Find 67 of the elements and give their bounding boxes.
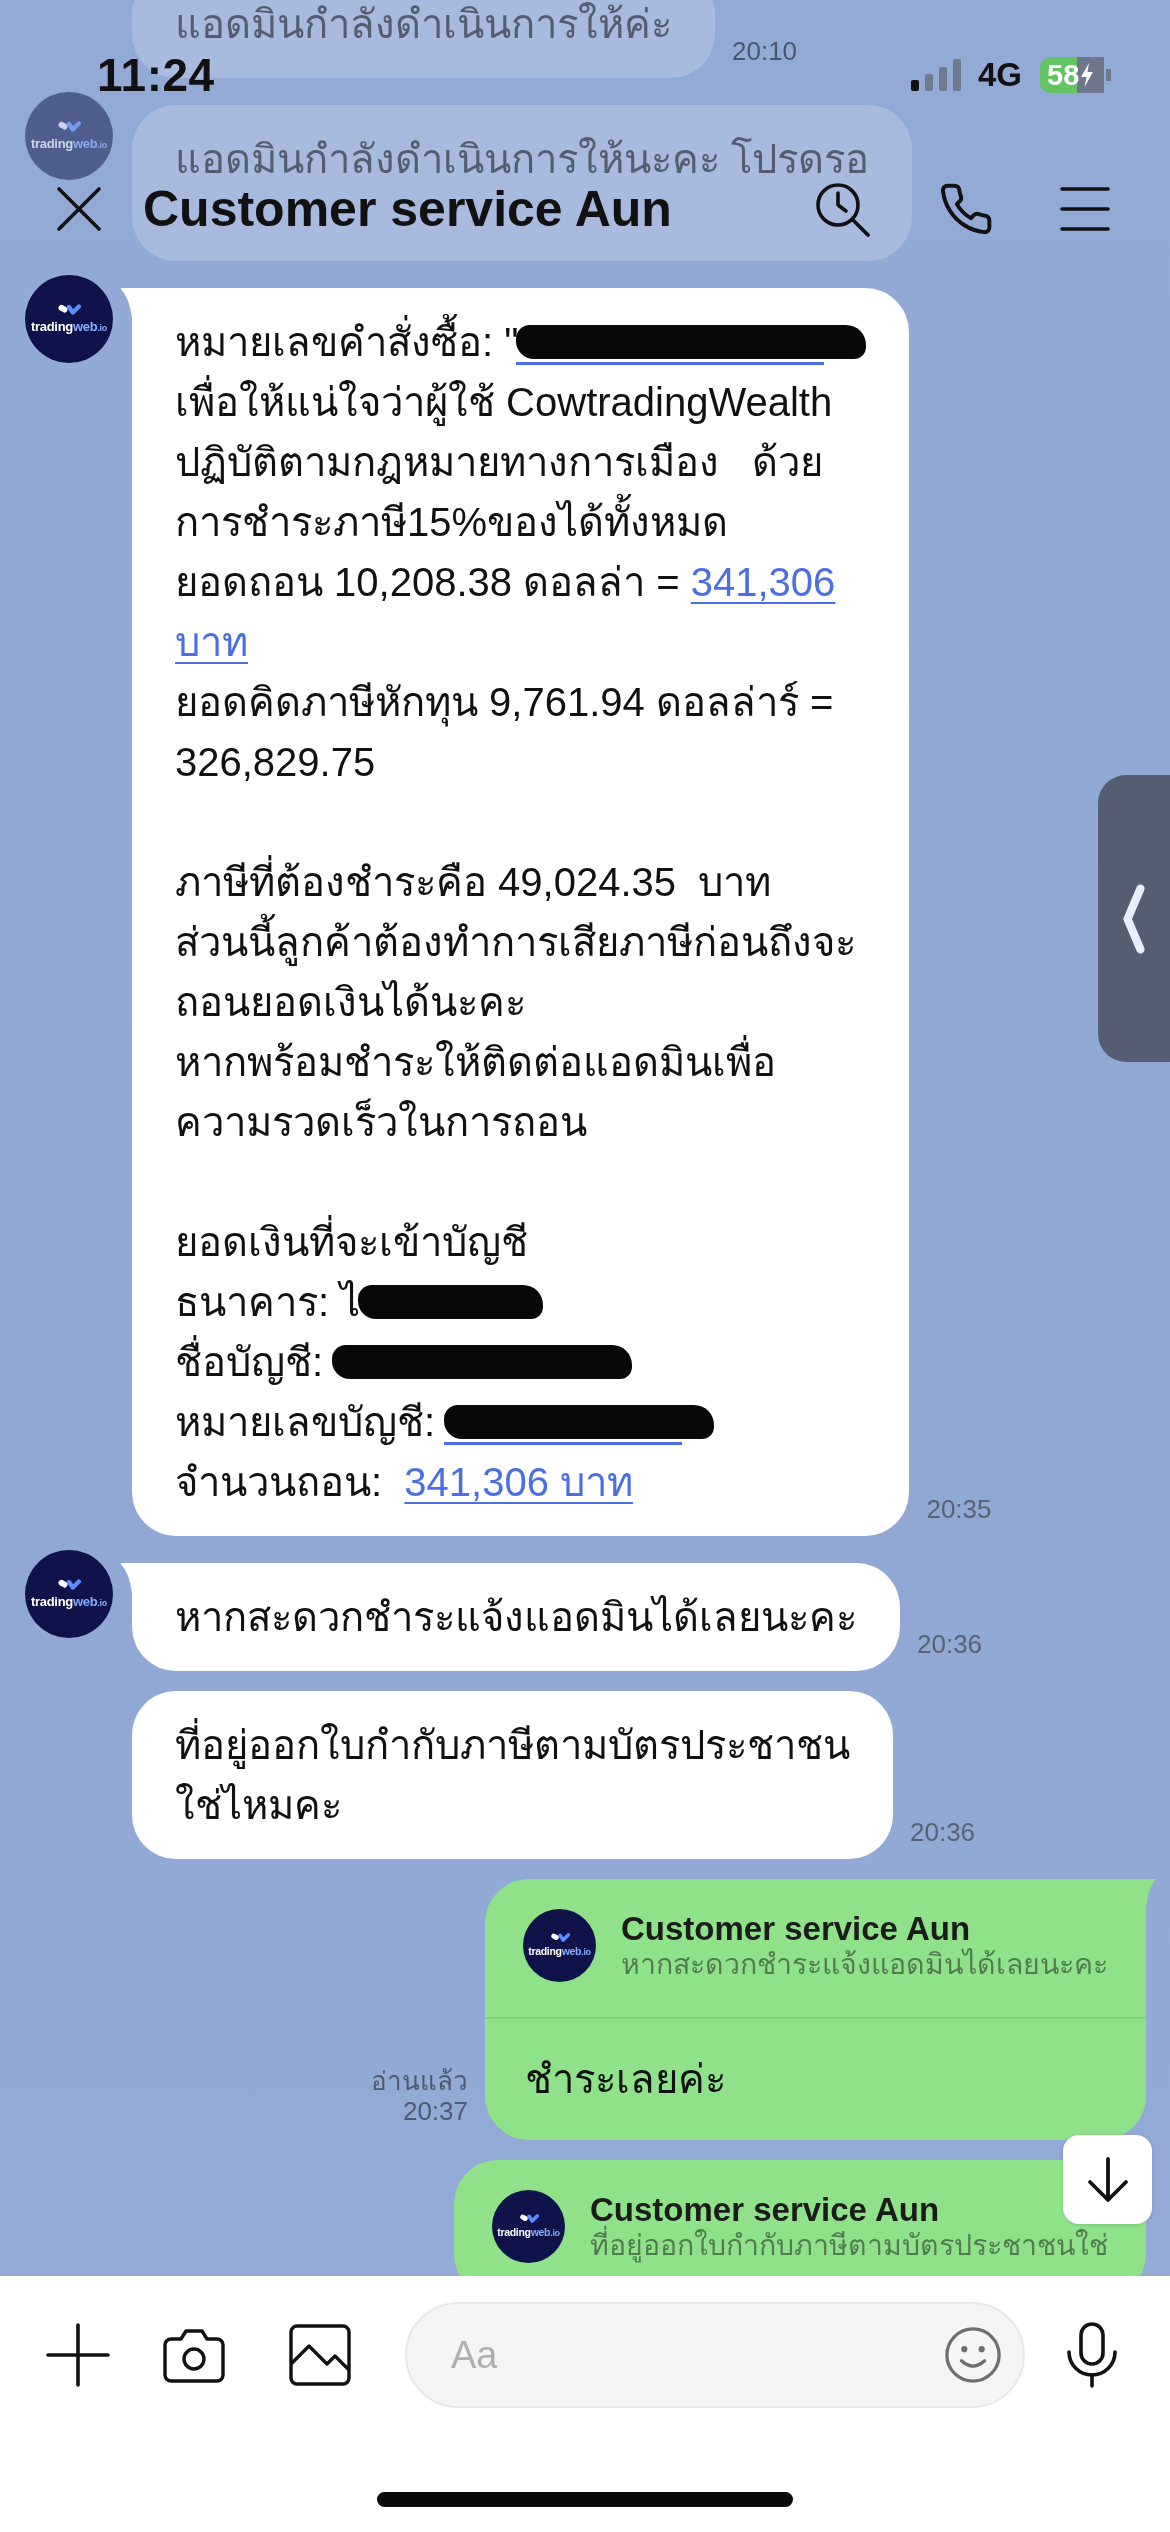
message-time: 20:37	[402, 2096, 468, 2126]
microphone-icon[interactable]	[1066, 2322, 1118, 2388]
logo-mark-icon	[549, 1932, 570, 1943]
message-text: เพื่อให้แน่ใจว่าผู้ใช้ CowtradingWealth	[175, 372, 867, 432]
message-time: 20:36	[910, 1817, 976, 1847]
quote-text: ที่อยู่ออกใบกำกับภาษีตามบัตรประชาชนใช่	[590, 2227, 1108, 2262]
arrow-down-icon	[1086, 2156, 1129, 2203]
chat-title: Customer service Aun	[143, 180, 673, 238]
message-text: ถอนยอดเงินได้นะคะ	[175, 979, 527, 1026]
logo-text: tradingweb.io	[31, 135, 107, 153]
message-input[interactable]: Aa	[405, 2302, 1025, 2408]
battery-percent: 58	[1047, 60, 1080, 90]
logo-mark-icon	[57, 1577, 81, 1591]
profile-avatar[interactable]: tradingweb.io	[25, 275, 113, 363]
message-text: หากสะดวกชำระแจ้งแอดมินได้เลยนะคะ	[175, 1594, 857, 1641]
message-time: 20:36	[917, 1629, 983, 1659]
message-text: ชำระเลยค่ะ	[525, 2056, 727, 2103]
clock-search-icon[interactable]	[814, 181, 872, 237]
logo-mark-icon	[518, 2213, 539, 2224]
logo-text: tradingweb.io	[31, 1593, 107, 1611]
plus-icon[interactable]	[46, 2323, 110, 2387]
message-text: ธนาคาร: ไ	[175, 1272, 867, 1332]
profile-avatar[interactable]: tradingweb.io	[25, 92, 113, 180]
logo-text: tradingweb.io	[31, 318, 107, 336]
camera-icon[interactable]	[163, 2327, 225, 2383]
signal-icon	[910, 59, 961, 91]
quote-sender-name: Customer service Aun	[621, 1910, 972, 1947]
emoji-icon[interactable]	[944, 2326, 1002, 2384]
message-text: จำนวนถอน: 341,306 บาท	[175, 1459, 635, 1506]
message-text: แอดมินกำลังดำเนินการให้นะคะ โปรดรอ	[175, 136, 870, 183]
message-text: ยอดคิดภาษีหักทุน 9,761.94 ดอลล่าร์ =	[175, 672, 867, 732]
message-text: หมายเลขบัญชี:	[175, 1392, 867, 1452]
bolt-icon	[1080, 63, 1095, 87]
message-link[interactable]: บาท	[175, 620, 248, 664]
message-text: ชื่อบัญชี:	[175, 1332, 867, 1392]
message-text: แอดมินกำลังดำเนินการให้ค่ะ	[175, 1, 672, 48]
message-text: ยอดเงินที่จะเข้าบัญชี	[175, 1212, 867, 1272]
message-text: 326,829.75	[175, 739, 377, 786]
logo-text: tradingweb.io	[497, 2226, 560, 2240]
read-receipt: อ่านแล้ว	[371, 2066, 468, 2096]
message-text: ภาษีที่ต้องชำระคือ 49,024.35 บาท	[175, 852, 867, 912]
phone-icon[interactable]	[938, 181, 994, 237]
message-text: หากพร้อมชำระให้ติดต่อแอดมินเพื่อ	[175, 1032, 867, 1092]
scroll-down-button[interactable]	[1063, 2135, 1152, 2224]
message-text: ความรวดเร็วในการถอน	[175, 1097, 588, 1146]
message-time: 20:10	[732, 36, 798, 66]
logo-mark-icon	[57, 302, 81, 316]
profile-avatar[interactable]: tradingweb.io	[25, 1550, 113, 1638]
message-text: ส่วนนี้ลูกค้าต้องทำการเสียภาษีก่อนถึงจะ	[175, 912, 867, 972]
message-text: ปฏิบัติตามกฎหมายทางการเมือง ด้วย	[175, 439, 825, 486]
image-icon[interactable]	[289, 2324, 351, 2386]
chevron-left-icon	[1122, 883, 1146, 954]
message-text: หมายเลขคำสั่งซื้อ: "	[175, 312, 867, 372]
menu-icon[interactable]	[1060, 186, 1110, 232]
side-handle[interactable]	[1098, 775, 1170, 1062]
message-link[interactable]: 341,306	[690, 560, 836, 604]
message-text: ยอดถอน 10,208.38 ดอลล่า = 341,306	[175, 559, 837, 606]
logo-mark-icon	[57, 119, 81, 133]
close-icon[interactable]	[56, 186, 102, 232]
message-text: การชำระภาษี15%ของได้ทั้งหมด	[175, 492, 867, 552]
message-text: ใช่ไหมคะ	[175, 1782, 343, 1829]
message-link[interactable]: 341,306 บาท	[404, 1460, 634, 1504]
quote-text: หากสะดวกชำระแจ้งแอดมินได้เลยนะคะ	[621, 1946, 1108, 1981]
message-time: 20:35	[926, 1494, 992, 1524]
network-label: 4G	[977, 56, 1022, 94]
logo-text: tradingweb.io	[528, 1945, 591, 1959]
message-text: ที่อยู่ออกใบกำกับภาษีตามบัตรประชาชน	[175, 1715, 850, 1775]
